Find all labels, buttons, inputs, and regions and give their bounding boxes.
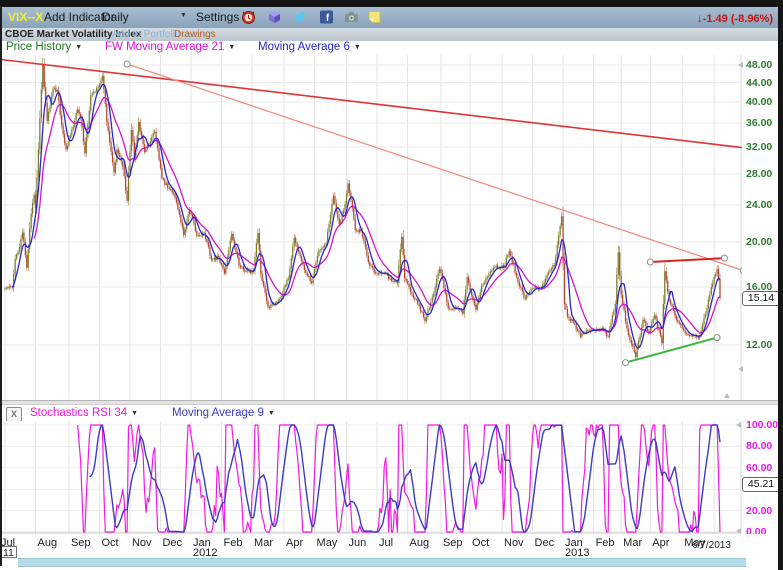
add-to-portfolio-link[interactable]: Add to Portfolio [112, 29, 180, 40]
legend-moving-average-6[interactable]: Moving Average 6 ▼ [258, 41, 361, 53]
alarm-clock-icon[interactable] [240, 9, 257, 25]
trendline-handle[interactable] [124, 61, 130, 67]
chevron-down-icon: ▼ [354, 44, 361, 51]
price-axis-tick: 44.00 [746, 77, 780, 89]
timeframe-value: Daily [102, 10, 129, 24]
price-axis-tick: 48.00 [746, 59, 780, 71]
legend-fw-moving-average-21[interactable]: FW Moving Average 21 ▼ [105, 41, 235, 53]
month-label: May [317, 537, 338, 549]
legend-moving-average-9[interactable]: Moving Average 9 ▼ [172, 407, 275, 419]
indicator-panel-header: X Stochastics RSI 34 ▼ Moving Average 9 ▼ [0, 406, 778, 421]
cube-icon[interactable] [266, 9, 283, 25]
month-label: Nov [132, 537, 152, 549]
indicator-chart-canvas[interactable] [0, 421, 742, 534]
time-axis: 11 6/7/2013 JulAugSepOctNovDecJan2012Feb… [0, 534, 778, 558]
indicator-axis-tick: 20.00 [746, 505, 780, 517]
stochastics-rsi-line [78, 425, 720, 532]
drawings-link[interactable]: Drawings [174, 29, 216, 40]
month-label: Sep [71, 537, 91, 549]
settings-button[interactable]: Settings [196, 10, 239, 24]
chevron-down-icon: ▼ [131, 410, 138, 417]
chevron-down-icon: ▼ [268, 410, 275, 417]
price-chart-panel[interactable]: 48.00 44.00 40.00 36.00 32.00 28.00 24.00 20.00… [0, 55, 778, 400]
month-label: Aug [38, 537, 58, 549]
month-label: Oct [101, 537, 118, 549]
month-label: Mar [623, 537, 642, 549]
legend-ma21-label: FW Moving Average 21 [105, 41, 224, 53]
close-indicator-button[interactable]: X [6, 407, 22, 422]
chevron-down-icon: ▼ [228, 44, 235, 51]
trendline-handle[interactable] [714, 335, 720, 341]
price-axis-tick: 20.00 [746, 236, 780, 248]
legend-stoch-label: Stochastics RSI 34 [30, 407, 127, 419]
trading-app-window: VIX--X Add Indicator Daily ▼ Settings f … [0, 0, 783, 570]
month-label: Jun [349, 537, 367, 549]
price-axis-tick: 28.00 [746, 168, 780, 180]
moving-average-6-line [12, 84, 720, 348]
month-label: Jul [379, 537, 393, 549]
timeframe-dropdown[interactable]: Daily ▼ [102, 10, 186, 24]
month-label: Jul [1, 537, 15, 549]
axis-marker [736, 422, 741, 428]
axis-marker [738, 366, 743, 372]
legend-ma9-label: Moving Average 9 [172, 407, 264, 419]
last-price-box: 15.14 [742, 291, 780, 306]
price-chart-canvas[interactable] [0, 55, 742, 400]
trendline-handle[interactable] [623, 360, 629, 366]
chevron-down-icon: ▼ [75, 44, 82, 51]
month-label: Apr [652, 537, 669, 549]
month-label: Apr [286, 537, 303, 549]
change-value: -1.49 (-8.96%) [703, 13, 773, 25]
facebook-icon[interactable]: f [318, 9, 335, 25]
panel-divider[interactable] [0, 400, 778, 405]
window-top-strip [0, 0, 783, 7]
price-axis-tick: 12.00 [746, 339, 780, 351]
sub-toolbar: CBOE Market Volatility Index Add to Port… [0, 28, 783, 42]
month-label: Sep [443, 537, 463, 549]
trendline-handle[interactable] [740, 268, 742, 274]
price-axis-tick: 24.00 [746, 199, 780, 211]
month-label: Dec [535, 537, 555, 549]
axis-marker [738, 62, 743, 68]
trendline-handle[interactable] [721, 255, 727, 261]
indicator-axis-tick: 100.00 [746, 419, 780, 431]
legend-stochastics-rsi[interactable]: Stochastics RSI 34 ▼ [30, 407, 138, 419]
month-label: May [684, 537, 705, 549]
month-label: Dec [162, 537, 182, 549]
month-label: Feb [596, 537, 615, 549]
month-label: Nov [504, 537, 524, 549]
camera-icon[interactable] [343, 9, 360, 25]
indicator-chart-panel[interactable]: 100.0080.0060.0020.000.00 45.21 [0, 421, 778, 534]
horizontal-scrollbar[interactable] [18, 558, 746, 567]
legend-ma6-label: Moving Average 6 [258, 41, 350, 53]
twitter-icon[interactable] [292, 9, 309, 25]
month-label: Aug [410, 537, 430, 549]
symbol-label: VIX--X [8, 10, 43, 24]
month-label: Mar [254, 537, 273, 549]
indicator-axis-tick: 80.00 [746, 440, 780, 452]
legend-price-history-label: Price History [6, 41, 71, 53]
axis-marker [724, 393, 730, 398]
price-axis-tick: 36.00 [746, 117, 780, 129]
window-left-strip [0, 7, 2, 566]
chevron-down-icon: ▼ [180, 12, 187, 19]
sticky-note-icon[interactable] [366, 9, 383, 25]
trendline-handle[interactable] [647, 259, 653, 265]
price-chart-legend: Price History ▼ FW Moving Average 21 ▼ Mov… [0, 41, 783, 55]
price-change-indicator: ↓-1.49 (-8.96%) [697, 11, 773, 25]
indicator-axis-tick: 60.00 [746, 462, 780, 474]
legend-price-history[interactable]: Price History ▼ [6, 41, 82, 53]
main-toolbar: VIX--X Add Indicator Daily ▼ Settings f … [0, 7, 783, 29]
window-right-strip [778, 0, 783, 570]
price-axis-tick: 40.00 [746, 96, 780, 108]
indicator-value-box: 45.21 [742, 477, 780, 492]
trendline[interactable] [626, 338, 718, 363]
price-axis-tick: 32.00 [746, 141, 780, 153]
month-label: Oct [472, 537, 489, 549]
month-label: Feb [224, 537, 243, 549]
